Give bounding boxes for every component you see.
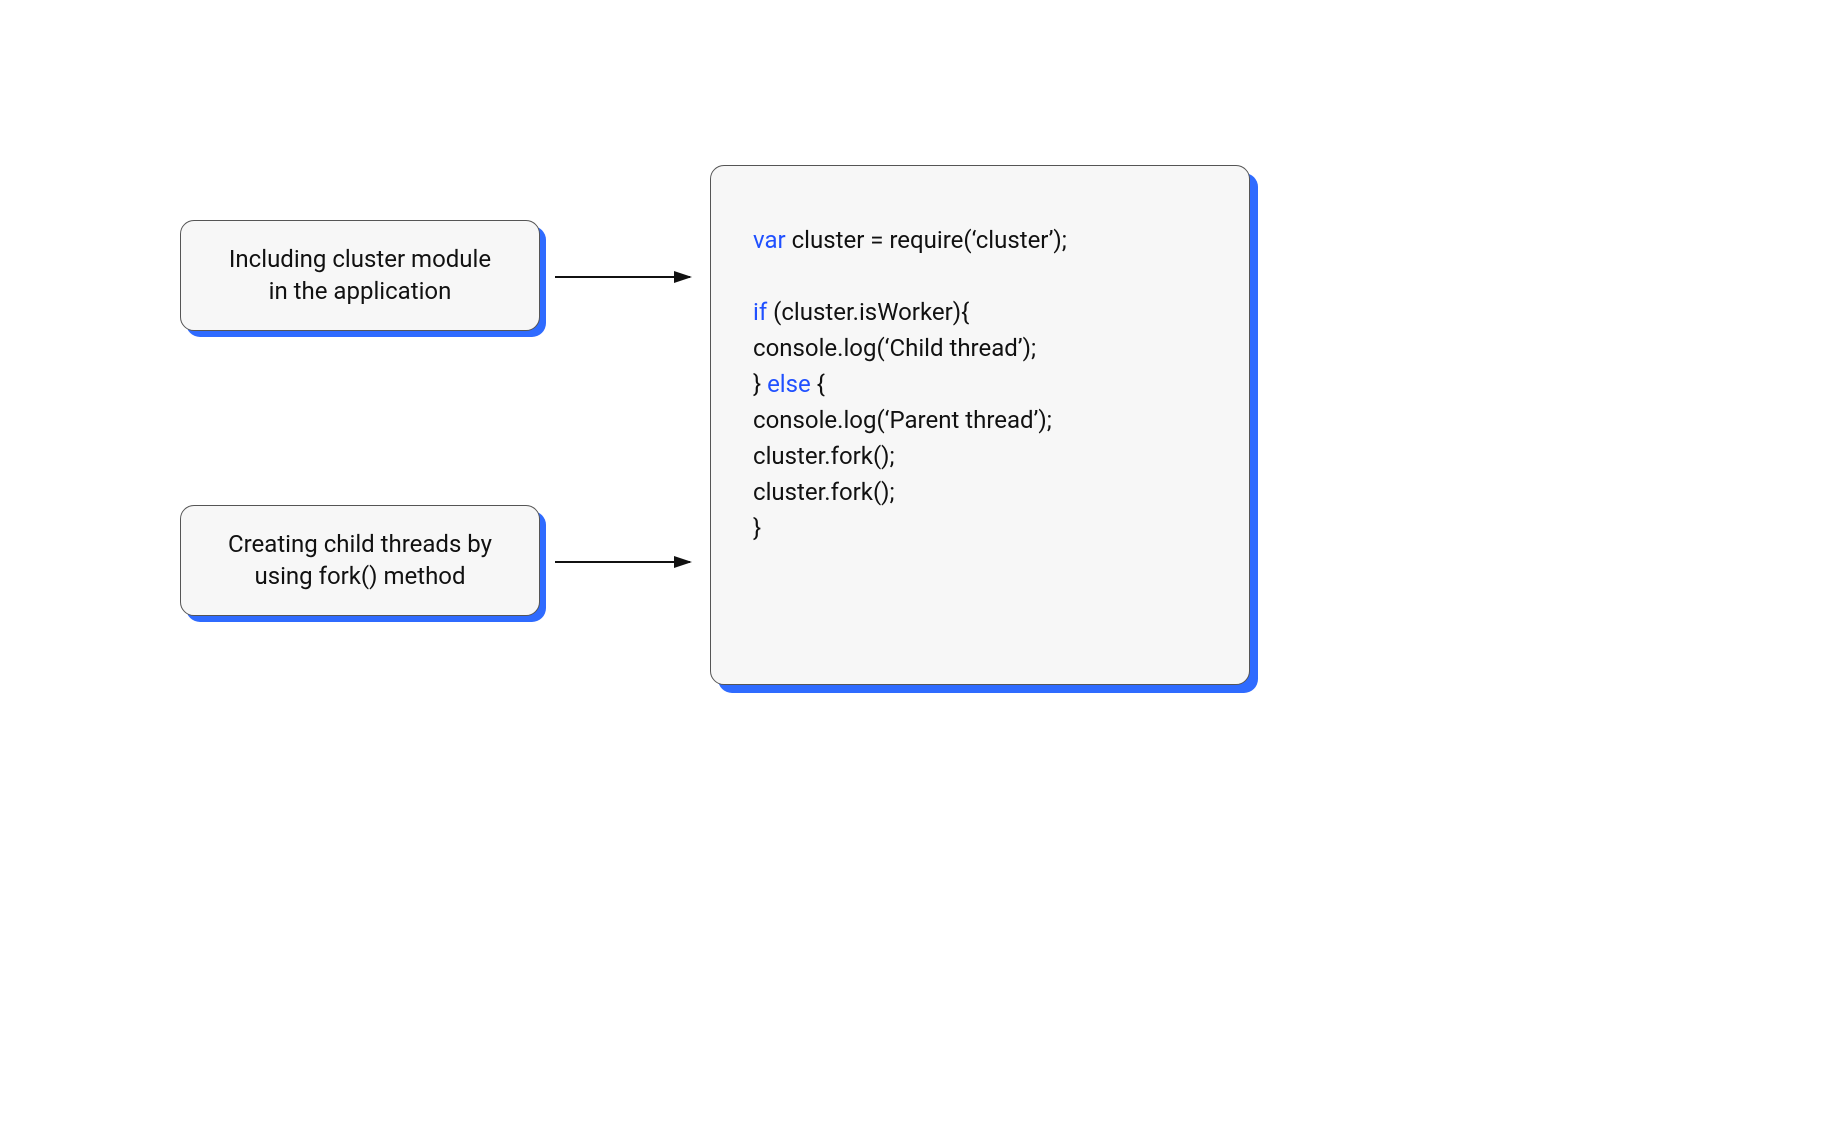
code-content: var cluster = require(‘cluster’); if (cl… (753, 222, 1207, 546)
code-text: cluster.fork(); (753, 478, 895, 506)
keyword-else: else (767, 370, 811, 398)
code-text: cluster.fork(); (753, 442, 895, 470)
keyword-var: var (753, 226, 786, 254)
code-text: { (811, 370, 825, 398)
label-text-line1: Creating child threads by (228, 530, 492, 558)
code-text: (cluster.isWorker){ (767, 298, 969, 326)
code-text: console.log(‘Child thread’); (753, 334, 1036, 362)
label-text-line1: Including cluster module (229, 245, 491, 273)
arrow-icon (550, 265, 700, 295)
diagram-root: Including cluster module in the applicat… (150, 165, 1250, 785)
label-text-line2: in the application (269, 277, 452, 305)
keyword-if: if (753, 298, 767, 326)
code-text: console.log(‘Parent thread’); (753, 406, 1052, 434)
code-text: } (753, 370, 767, 398)
code-text: } (753, 514, 761, 542)
code-text: cluster = require(‘cluster’); (786, 226, 1067, 254)
code-snippet: var cluster = require(‘cluster’); if (cl… (710, 165, 1250, 685)
label-create-threads: Creating child threads by using fork() m… (180, 505, 540, 616)
arrow-icon (550, 550, 700, 580)
label-include-module: Including cluster module in the applicat… (180, 220, 540, 331)
label-text-line2: using fork() method (254, 562, 465, 590)
